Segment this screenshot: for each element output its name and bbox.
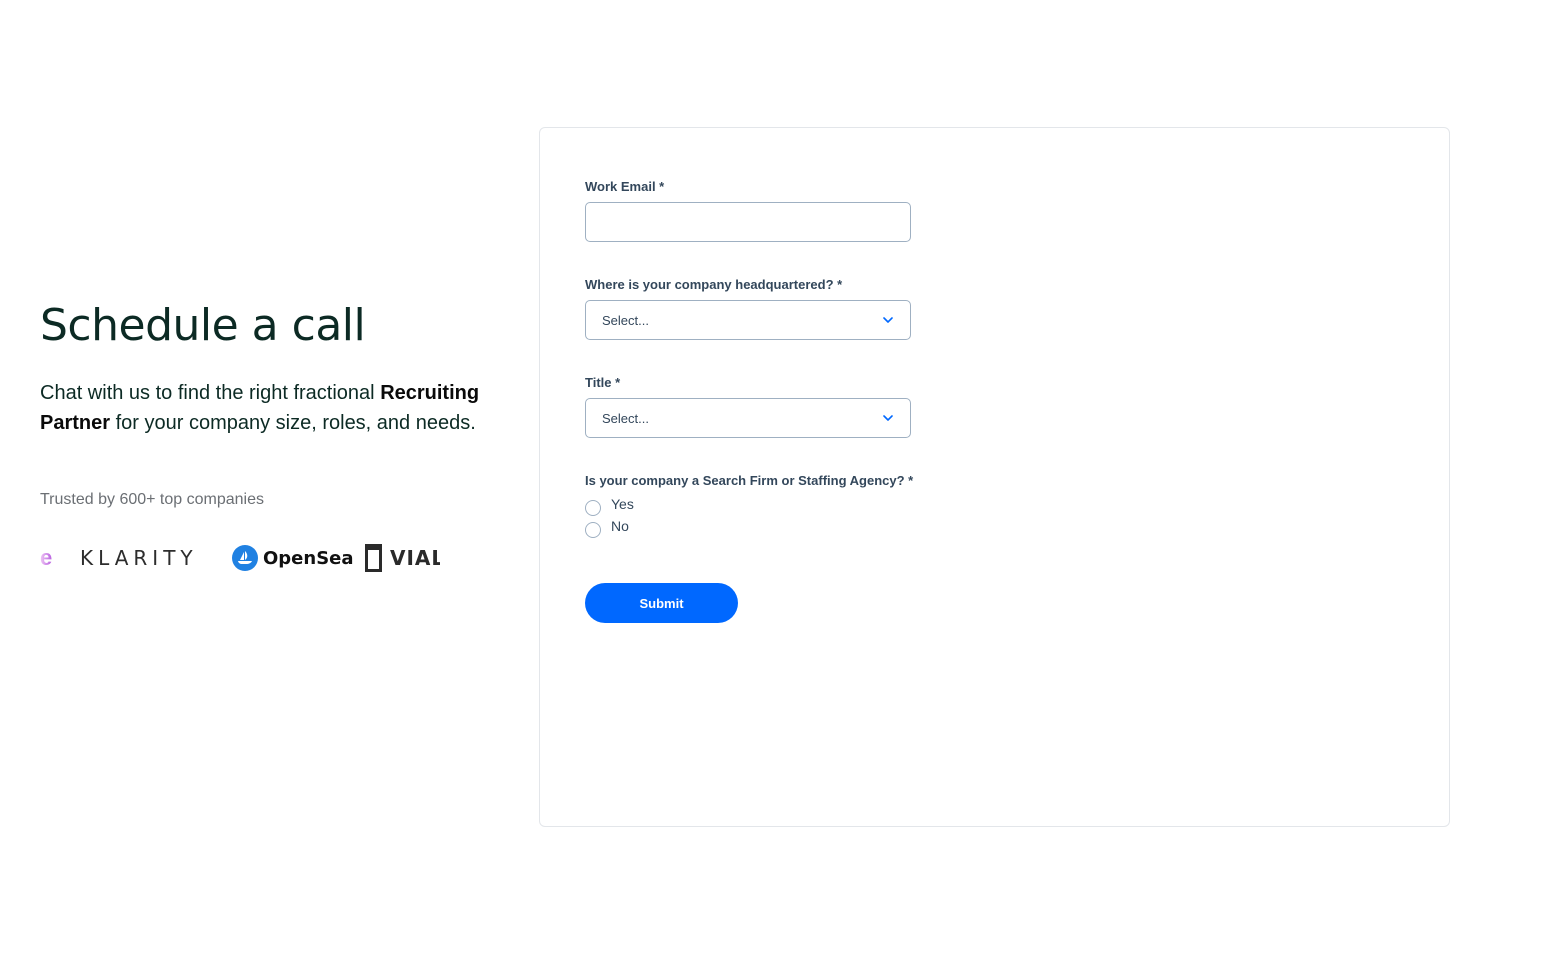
work-email-label: Work Email * (585, 179, 665, 194)
customer-logos: e KLARITY OpenSea VIAL (40, 541, 440, 575)
agency-label: Is your company a Search Firm or Staffin… (585, 473, 914, 488)
headquarters-label: Where is your company headquartered? * (585, 277, 843, 292)
title-label: Title * (585, 375, 621, 390)
subtitle-text-start: Chat with us to find the right fractiona… (40, 382, 381, 404)
work-email-field: Work Email * (585, 179, 911, 242)
title-select[interactable]: Select... (585, 398, 911, 438)
logo-vial: VIAL (365, 541, 440, 575)
headquarters-field: Where is your company headquartered? * S… (585, 277, 911, 340)
vial-wordmark: VIAL (390, 546, 440, 570)
schedule-form-card: Work Email * Where is your company headq… (539, 127, 1450, 827)
chevron-down-icon (883, 317, 893, 323)
page-subtitle: Chat with us to find the right fractiona… (40, 378, 485, 438)
radio-label-yes: Yes (611, 496, 634, 512)
logo-opensea: OpenSea (232, 541, 354, 575)
work-email-input[interactable] (585, 202, 911, 242)
page-title: Schedule a call (40, 300, 366, 351)
chevron-down-icon (883, 415, 893, 421)
headquarters-selected-value: Select... (602, 312, 649, 328)
radio-label-no: No (611, 518, 629, 534)
title-field: Title * Select... (585, 375, 911, 438)
vial-mark-icon (365, 544, 382, 572)
logo-e: e (40, 541, 52, 575)
radio-button-yes[interactable] (585, 500, 601, 516)
subtitle-text-end: for your company size, roles, and needs. (110, 412, 476, 434)
title-selected-value: Select... (602, 410, 649, 426)
radio-option-no[interactable]: No (585, 518, 965, 538)
intro-panel: Schedule a call Chat with us to find the… (40, 296, 490, 575)
opensea-ship-icon (232, 545, 258, 571)
agency-field: Is your company a Search Firm or Staffin… (585, 473, 965, 538)
logo-klarity: KLARITY (80, 546, 198, 570)
opensea-wordmark: OpenSea (263, 547, 354, 569)
headquarters-select[interactable]: Select... (585, 300, 911, 340)
radio-button-no[interactable] (585, 522, 601, 538)
submit-button[interactable]: Submit (585, 583, 738, 623)
radio-option-yes[interactable]: Yes (585, 496, 965, 516)
trusted-by-text: Trusted by 600+ top companies (40, 491, 264, 508)
